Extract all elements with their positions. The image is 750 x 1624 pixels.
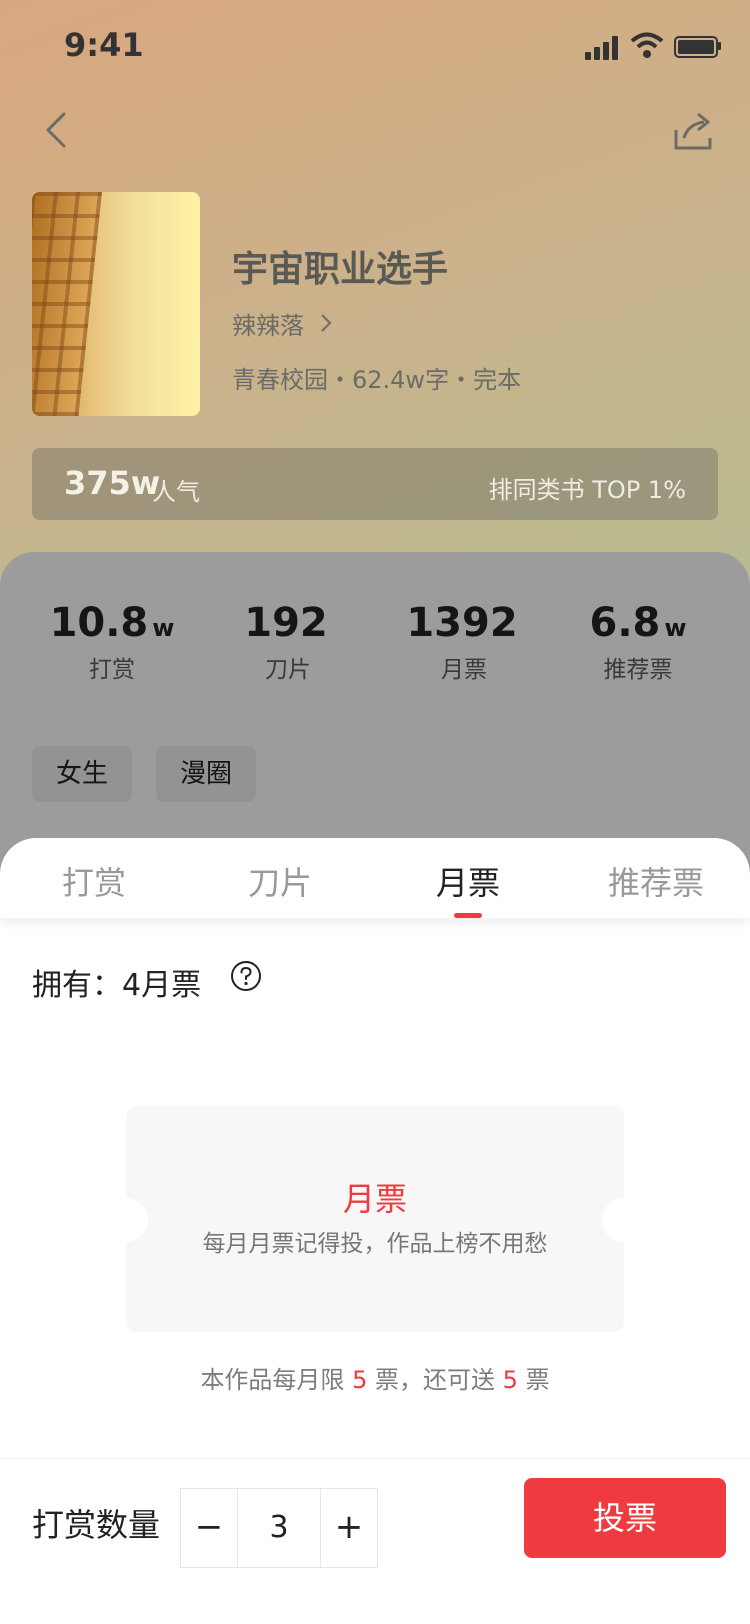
rank-text: 排同类书 TOP 1% (488, 476, 686, 504)
popularity-label: 人气 (152, 478, 200, 506)
ticket-subtitle: 每月月票记得投，作品上榜不用愁 (202, 1231, 548, 1257)
stat-label: 推荐票 (603, 657, 673, 683)
chevron-right-icon[interactable] (318, 312, 334, 334)
tab-monthly-ticket[interactable]: 月票 (436, 858, 500, 904)
stat-label: 月票 (441, 657, 487, 683)
limit-suffix: 票 (525, 1366, 550, 1394)
remaining-count: 5 (502, 1366, 518, 1394)
footer-divider (0, 1458, 750, 1459)
popularity-bar: 375w 人气 排同类书 TOP 1% (32, 448, 718, 520)
increment-button[interactable]: + (320, 1489, 377, 1567)
stat-value: 1392 (406, 600, 518, 646)
stat-blade: 192 刀片 (198, 600, 378, 684)
book-title: 宇宙职业选手 (232, 249, 449, 290)
limit-count: 5 (352, 1366, 368, 1394)
limit-prefix: 本作品每月限 (200, 1366, 345, 1394)
quantity-stepper: − 3 + (180, 1488, 378, 1568)
vote-button[interactable]: 投票 (524, 1478, 726, 1558)
share-icon[interactable] (670, 108, 718, 156)
stat-label: 刀片 (265, 657, 311, 683)
tab-recommend[interactable]: 推荐票 (608, 858, 704, 904)
monthly-ticket-card: 月票 每月月票记得投，作品上榜不用愁 (104, 1106, 646, 1332)
stat-monthly-ticket: 1392 月票 (374, 600, 554, 684)
tab-bar: 打赏 刀片 月票 推荐票 (0, 838, 750, 918)
book-author[interactable]: 辣辣落 (232, 306, 304, 341)
stat-reward: 10.8 w 打赏 (22, 600, 202, 684)
quantity-label: 打赏数量 (32, 1506, 161, 1544)
tab-blade[interactable]: 刀片 (248, 858, 312, 904)
decrement-button[interactable]: − (181, 1489, 238, 1567)
vote-limit-text: 本作品每月限 5 票，还可送 5 票 (0, 1360, 750, 1395)
status-bar: 9:41 (0, 0, 750, 88)
book-meta: 青春校园・62.4w字・完本 (232, 366, 522, 394)
tab-indicator (454, 913, 482, 918)
battery-icon (674, 36, 718, 58)
stat-unit: w (152, 614, 175, 642)
stat-recommend: 6.8 w 推荐票 (548, 600, 728, 684)
wifi-icon (630, 32, 664, 58)
battery-cap (718, 42, 721, 50)
stat-label: 打赏 (89, 657, 135, 683)
status-time: 9:41 (64, 26, 144, 64)
stat-value: 6.8 (589, 600, 661, 646)
quantity-value[interactable]: 3 (237, 1489, 321, 1567)
help-icon[interactable] (230, 960, 262, 992)
stat-value: 192 (244, 600, 328, 646)
ticket-title: 月票 (342, 1180, 407, 1218)
owned-count: 拥有：4月票 (32, 968, 202, 1003)
stats-row: 10.8 w 打赏 192 刀片 1392 月票 6.8 w 推荐票 (0, 600, 750, 690)
back-icon[interactable] (38, 108, 78, 152)
popularity-value: 375w (64, 464, 161, 502)
signal-icon (585, 34, 625, 60)
limit-mid: 票，还可送 (375, 1366, 495, 1394)
tag-female[interactable]: 女生 (32, 746, 133, 802)
vote-sheet: 打赏 刀片 月票 推荐票 拥有：4月票 月票 每月月票记得投，作品上榜不用愁 本… (0, 838, 750, 1624)
tag-manquan[interactable]: 漫圈 (156, 746, 257, 802)
tab-reward[interactable]: 打赏 (62, 858, 126, 904)
book-cover[interactable] (32, 192, 200, 416)
stat-value: 10.8 (49, 600, 149, 646)
stat-unit: w (664, 614, 687, 642)
